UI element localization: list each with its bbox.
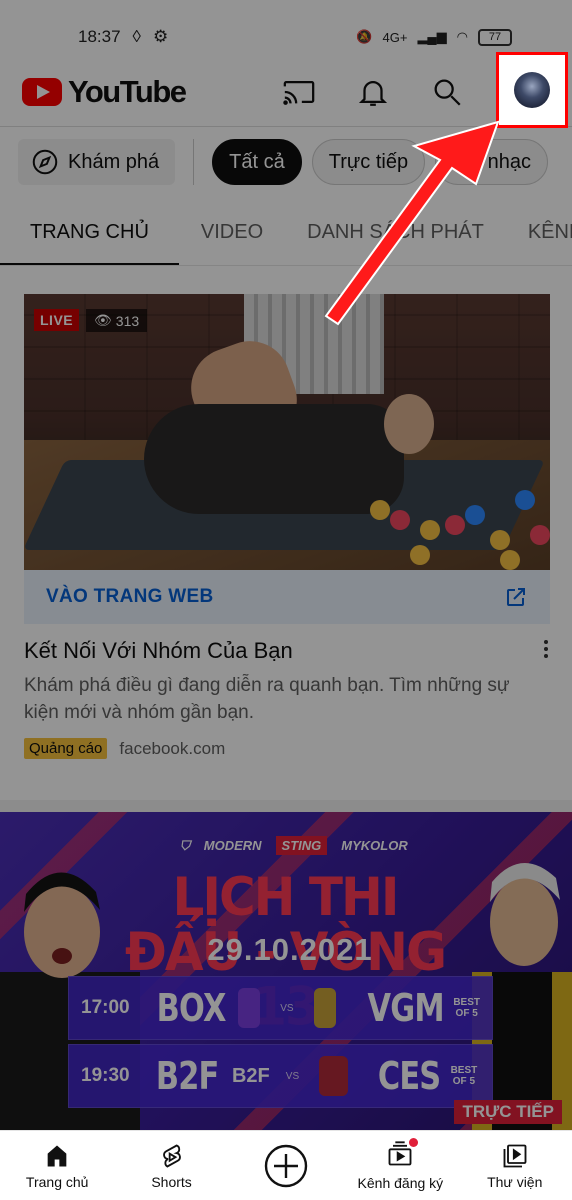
emoji-reaction-icon bbox=[490, 530, 510, 550]
eye-icon: 👁 bbox=[94, 312, 112, 328]
channel-tabs: TRANG CHỦ VIDEO DANH SÁCH PHÁT KÊNH bbox=[0, 200, 572, 266]
cast-icon[interactable] bbox=[282, 75, 316, 109]
signal-icon: ▂▄▆ bbox=[417, 29, 447, 44]
team-b-logo-icon bbox=[319, 1056, 348, 1096]
sponsor-logos: ⛉ MODERN STING MYKOLOR bbox=[180, 836, 410, 855]
ad-card: LIVE 👁 313 VÀO TRANG WEB Kết Nối Với Nhó… bbox=[24, 294, 550, 759]
match-row: 19:30 B2F B2F VS CES BEST OF 5 bbox=[68, 1044, 493, 1108]
team-a-logo-text: B2F bbox=[231, 1064, 270, 1087]
team-b-logo-icon bbox=[313, 988, 336, 1028]
match-time: 19:30 bbox=[81, 1065, 130, 1086]
team-a: B2F bbox=[155, 1054, 219, 1098]
wifi-icon: ◠ bbox=[456, 29, 468, 44]
emoji-reaction-icon bbox=[410, 545, 430, 565]
mute-icon: 🔕 bbox=[356, 29, 373, 44]
ad-description: Khám phá điều gì đang diễn ra quanh bạn.… bbox=[24, 675, 510, 723]
team-b: VGM bbox=[367, 986, 444, 1030]
heart-reaction-icon bbox=[445, 515, 465, 535]
ad-domain: facebook.com bbox=[119, 738, 226, 758]
team-b: CES bbox=[377, 1054, 440, 1098]
visit-website-button[interactable]: VÀO TRANG WEB bbox=[24, 570, 550, 624]
nav-subscriptions[interactable]: Kênh đăng ký bbox=[345, 1138, 455, 1191]
nav-library-label: Thư viện bbox=[487, 1173, 543, 1190]
match-format: BEST OF 5 bbox=[450, 1065, 478, 1087]
heart-reaction-icon bbox=[530, 525, 550, 545]
person-head-graphic bbox=[384, 394, 434, 454]
tab-home[interactable]: TRANG CHỦ bbox=[0, 200, 179, 265]
compass-icon bbox=[32, 149, 58, 175]
shorts-icon bbox=[162, 1143, 181, 1168]
nav-home[interactable]: Trang chủ bbox=[2, 1142, 112, 1190]
esports-schedule-banner[interactable]: ⛉ MODERN STING MYKOLOR LỊCH THI ĐẤU - VÒ… bbox=[0, 812, 572, 1132]
match-format: BEST OF 5 bbox=[453, 997, 480, 1019]
account-avatar-button[interactable] bbox=[496, 52, 568, 128]
section-divider bbox=[0, 800, 572, 812]
team-a-logo-icon bbox=[237, 988, 261, 1028]
ad-badge: Quảng cáo bbox=[24, 738, 108, 759]
youtube-logo[interactable]: YouTube bbox=[22, 74, 187, 110]
chip-music[interactable]: Âm nhạc bbox=[435, 139, 549, 185]
notifications-bell-icon[interactable] bbox=[356, 75, 390, 109]
schedule-date: 29.10.2021 bbox=[207, 932, 373, 967]
nav-create[interactable] bbox=[231, 1142, 341, 1190]
explore-chip[interactable]: Khám phá bbox=[18, 139, 176, 185]
sponsor-mykolor: MYKOLOR bbox=[341, 838, 408, 853]
youtube-play-icon bbox=[22, 78, 62, 106]
home-icon bbox=[47, 1145, 67, 1166]
versus-label: VS bbox=[280, 1002, 294, 1014]
team-a: BOX bbox=[156, 986, 226, 1030]
sponsor-sting: STING bbox=[275, 836, 328, 855]
more-options-icon[interactable] bbox=[542, 638, 550, 660]
nav-shorts-label: Shorts bbox=[151, 1173, 192, 1190]
nav-shorts[interactable]: Shorts bbox=[117, 1142, 227, 1190]
like-reaction-icon bbox=[515, 490, 535, 510]
app-bar-divider bbox=[0, 126, 572, 127]
heart-reaction-icon bbox=[390, 510, 410, 530]
reaction-emojis bbox=[350, 470, 550, 570]
search-icon[interactable] bbox=[430, 75, 464, 109]
tab-videos[interactable]: VIDEO bbox=[179, 200, 285, 265]
filter-chips: Khám phá Tất cả Trực tiếp Âm nhạc bbox=[18, 138, 572, 186]
app-bar: YouTube bbox=[0, 58, 572, 126]
viewer-count: 👁 313 bbox=[86, 309, 148, 332]
match-time: 17:00 bbox=[81, 997, 130, 1018]
live-tag: TRỰC TIẾP bbox=[454, 1100, 562, 1124]
viewer-count-value: 313 bbox=[115, 312, 140, 329]
battery-indicator: 77 bbox=[478, 28, 512, 46]
visit-website-label: VÀO TRANG WEB bbox=[46, 586, 214, 607]
shield-logo-icon: ⛉ bbox=[180, 837, 190, 853]
emoji-reaction-icon bbox=[420, 520, 440, 540]
nav-subscriptions-label: Kênh đăng ký bbox=[357, 1175, 444, 1191]
external-link-icon bbox=[507, 588, 525, 606]
status-time: 18:37 bbox=[78, 27, 121, 46]
chip-separator bbox=[193, 139, 195, 185]
chip-live[interactable]: Trực tiếp bbox=[311, 139, 426, 185]
network-type: 4G+ bbox=[382, 29, 408, 45]
versus-label: VS bbox=[285, 1070, 300, 1082]
nav-library[interactable]: Thư viện bbox=[460, 1142, 570, 1190]
emoji-reaction-icon bbox=[370, 500, 390, 520]
bottom-navigation: Trang chủ Shorts Kênh đăng ký Thư viện bbox=[0, 1130, 572, 1200]
sponsor-modern: MODERN bbox=[203, 838, 262, 853]
nav-home-label: Trang chủ bbox=[25, 1173, 89, 1190]
like-reaction-icon bbox=[465, 505, 485, 525]
app-indicator-icon: ◊ bbox=[132, 27, 141, 46]
tab-playlists[interactable]: DANH SÁCH PHÁT bbox=[285, 200, 506, 265]
explore-chip-label: Khám phá bbox=[68, 150, 160, 173]
live-badge: LIVE bbox=[34, 309, 80, 331]
settings-gear-icon: ⚙ bbox=[152, 27, 169, 46]
match-row: 17:00 BOX VS VGM BEST OF 5 bbox=[68, 976, 493, 1040]
emoji-reaction-icon bbox=[500, 550, 520, 570]
ad-thumbnail[interactable]: LIVE 👁 313 bbox=[24, 294, 550, 570]
ad-title[interactable]: Kết Nối Với Nhóm Của Bạn bbox=[24, 638, 293, 664]
library-icon bbox=[503, 1144, 527, 1167]
new-content-dot bbox=[409, 1138, 419, 1147]
chip-all[interactable]: Tất cả bbox=[212, 139, 302, 185]
tab-channels[interactable]: KÊNH bbox=[506, 200, 572, 265]
create-icon bbox=[264, 1144, 308, 1187]
avatar bbox=[514, 72, 550, 108]
youtube-wordmark: YouTube bbox=[68, 74, 187, 109]
